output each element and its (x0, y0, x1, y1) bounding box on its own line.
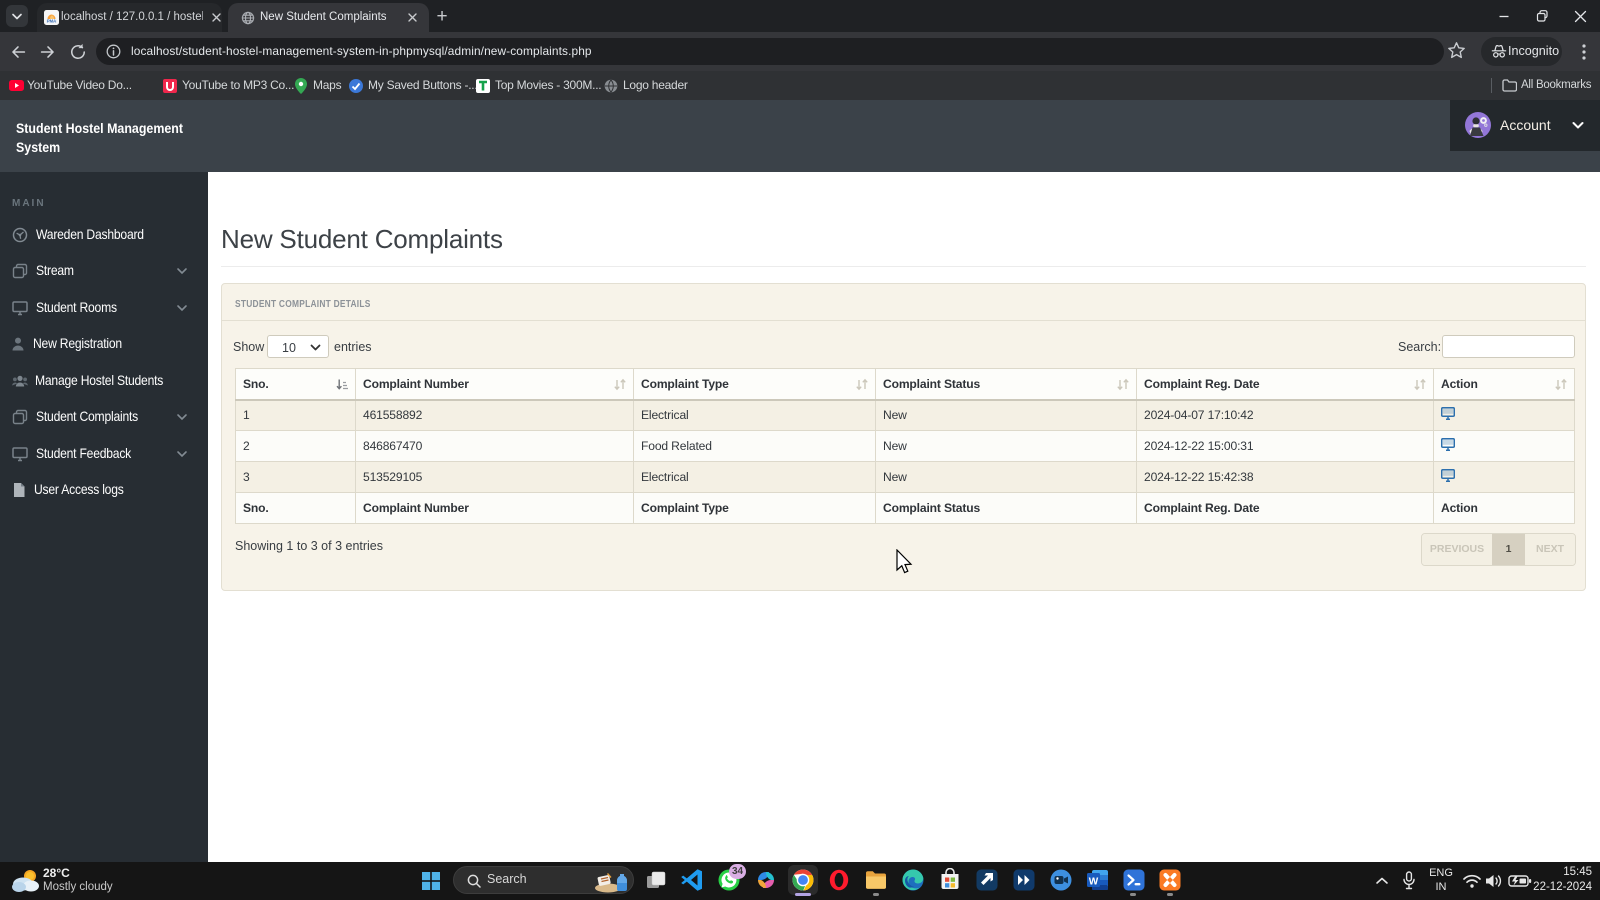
svg-text:W: W (1089, 877, 1099, 888)
svg-text:PMA: PMA (47, 19, 56, 24)
